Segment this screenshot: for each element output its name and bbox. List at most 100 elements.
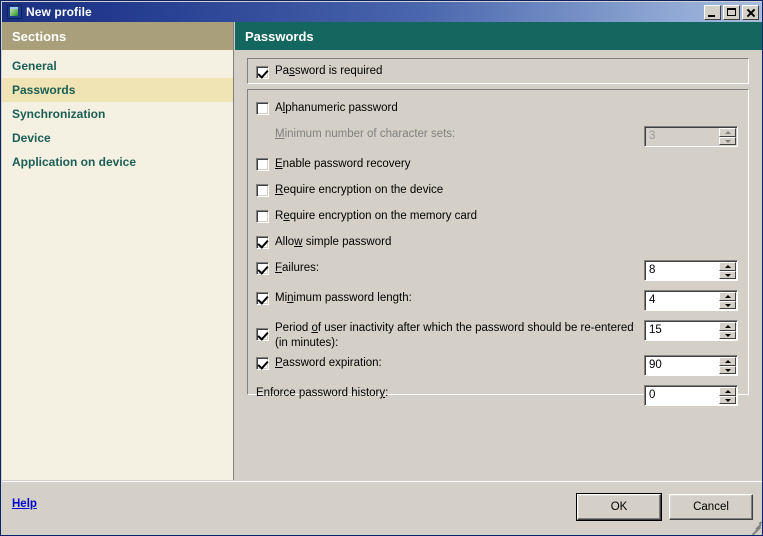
label-part: nable password recovery (282, 158, 411, 170)
spinner-up-icon[interactable] (719, 262, 736, 271)
label-part: Enforce password histor (256, 387, 380, 399)
require-encryption-memory-card-label[interactable]: Require encryption on the memory card (275, 208, 477, 224)
row-allow-simple-password: Allow simple password (256, 234, 738, 256)
failures-value[interactable]: 8 (645, 261, 719, 280)
row-minimum-character-sets: Minimum number of character sets: 3 (256, 126, 738, 152)
label-part: sword is required (294, 65, 383, 77)
inactivity-period-value[interactable]: 15 (645, 321, 719, 340)
label-part: Period (275, 322, 312, 334)
allow-simple-password-checkbox[interactable] (256, 236, 269, 249)
row-enforce-password-history: Enforce password history: 0 (256, 385, 738, 411)
row-require-encryption-device: Require encryption on the device (256, 182, 738, 204)
sidebar-item-label: Application on device (12, 155, 137, 169)
label-part: equire encryption on the device (283, 184, 444, 196)
sidebar-item-label: Device (12, 131, 51, 145)
spinner-up-icon[interactable] (719, 292, 736, 301)
allow-simple-password-label[interactable]: Allow simple password (275, 234, 391, 250)
spinner-buttons (719, 262, 736, 279)
spinner-down-icon[interactable] (719, 365, 736, 374)
minimum-password-length-spinner[interactable]: 4 (644, 290, 738, 311)
inactivity-period-checkbox[interactable] (256, 328, 269, 341)
content-header-label: Passwords (245, 28, 314, 44)
sidebar-header-label: Sections (12, 28, 67, 44)
spinner-down-icon[interactable] (719, 395, 736, 404)
label-part: Pa (275, 65, 290, 77)
help-link[interactable]: Help (12, 498, 37, 510)
spinner-down-icon (719, 136, 736, 145)
failures-checkbox[interactable] (256, 262, 269, 275)
row-require-encryption-memory-card: Require encryption on the memory card (256, 208, 738, 230)
accel-char: E (275, 158, 283, 170)
maximize-button[interactable] (723, 4, 740, 20)
enable-password-recovery-label[interactable]: Enable password recovery (275, 156, 411, 172)
row-password-expiration: Password expiration: 90 (256, 355, 738, 381)
minimum-character-sets-value: 3 (649, 130, 656, 142)
ok-button[interactable]: OK (576, 493, 662, 521)
inactivity-period-spinner[interactable]: 15 (644, 320, 738, 341)
sidebar-item-label: General (12, 59, 57, 73)
label-part: f user inactivity after which the passwo… (275, 322, 634, 349)
sidebar-item-label: Passwords (12, 83, 76, 97)
row-enable-password-recovery: Enable password recovery (256, 156, 738, 178)
spinner-down-icon[interactable] (719, 300, 736, 309)
password-required-label[interactable]: Password is required (275, 63, 382, 79)
spinner-up-icon[interactable] (719, 387, 736, 396)
minimum-character-sets-spinner: 3 (644, 126, 738, 147)
resize-grip-icon[interactable] (749, 521, 762, 535)
sidebar-item-passwords[interactable]: Passwords (2, 78, 233, 102)
sidebar-item-application-on-device[interactable]: Application on device (2, 150, 233, 174)
minimum-password-length-value[interactable]: 4 (645, 291, 719, 310)
label-part: inimum number of character sets: (284, 128, 456, 140)
require-encryption-memory-card-checkbox[interactable] (256, 210, 269, 223)
label-part: phanumeric password (285, 102, 398, 114)
dialog-window: New profile Sections General Passwords S… (0, 0, 763, 536)
row-failures: Failures: 8 (256, 260, 738, 286)
password-expiration-checkbox[interactable] (256, 357, 269, 370)
spinner-up-icon[interactable] (719, 322, 736, 331)
password-expiration-value[interactable]: 90 (645, 356, 719, 375)
spinner-down-icon[interactable] (719, 270, 736, 279)
accel-char: w (294, 236, 303, 248)
password-options-panel: Alphanumeric password Minimum number of … (247, 89, 749, 406)
failures-spinner[interactable]: 8 (644, 260, 738, 281)
window-controls (704, 4, 761, 20)
spinner-buttons (719, 292, 736, 309)
sidebar-item-device[interactable]: Device (2, 126, 233, 150)
row-alphanumeric-password: Alphanumeric password (256, 100, 738, 122)
spinner-buttons (719, 128, 736, 145)
spinner-buttons (719, 322, 736, 339)
require-encryption-device-checkbox[interactable] (256, 184, 269, 197)
label-part: Mi (275, 292, 288, 304)
close-button[interactable] (742, 4, 759, 20)
enforce-password-history-value[interactable]: 0 (645, 386, 719, 405)
sidebar-header: Sections (2, 22, 233, 50)
failures-label[interactable]: Failures: (275, 260, 319, 276)
title-bar[interactable]: New profile (2, 2, 762, 22)
alphanumeric-password-label[interactable]: Alphanumeric password (275, 100, 398, 116)
password-expiration-spinner[interactable]: 90 (644, 355, 738, 376)
minimum-password-length-checkbox[interactable] (256, 292, 269, 305)
spinner-down-icon[interactable] (719, 330, 736, 339)
accel-char: P (275, 357, 283, 369)
sidebar-list: General Passwords Synchronization Device… (2, 50, 233, 174)
sidebar-item-general[interactable]: General (2, 54, 233, 78)
label-part: imum password length: (293, 292, 412, 304)
enforce-password-history-label: Enforce password history: (256, 385, 388, 401)
password-expiration-label[interactable]: Password expiration: (275, 355, 382, 371)
minimize-button[interactable] (704, 4, 721, 20)
enable-password-recovery-checkbox[interactable] (256, 158, 269, 171)
alphanumeric-password-checkbox[interactable] (256, 102, 269, 115)
password-required-checkbox[interactable] (256, 65, 269, 79)
spinner-up-icon[interactable] (719, 357, 736, 366)
inactivity-period-label[interactable]: Period of user inactivity after which th… (275, 320, 638, 351)
enforce-password-history-spinner[interactable]: 0 (644, 385, 738, 406)
cancel-button[interactable]: Cancel (669, 494, 753, 520)
password-required-panel: Password is required (247, 58, 749, 84)
minimum-character-sets-label: Minimum number of character sets: (275, 126, 455, 142)
sidebar-item-synchronization[interactable]: Synchronization (2, 102, 233, 126)
minimum-password-length-label[interactable]: Minimum password length: (275, 290, 412, 306)
sidebar-item-label: Synchronization (12, 107, 106, 121)
require-encryption-device-label[interactable]: Require encryption on the device (275, 182, 443, 198)
label-part: A (275, 102, 283, 114)
content-body: Password is required Alphanumeric passwo… (235, 50, 762, 406)
